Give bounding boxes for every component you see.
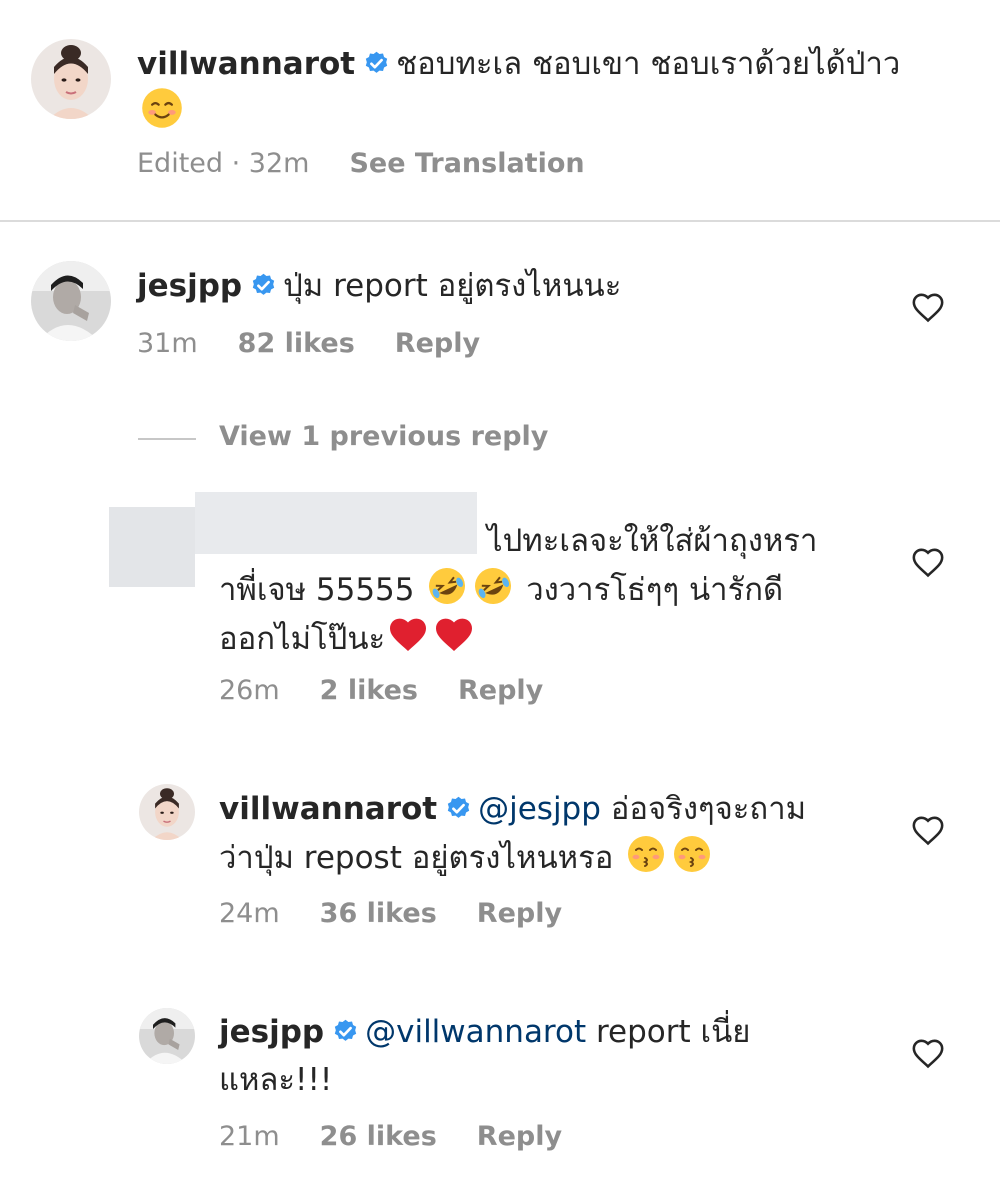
comment-text: ไปทะเลจะให้ใส่ผ้าถุงหรา าพี่เจษ 55555 วง… [219,518,899,662]
divider [0,220,1000,222]
reply-button[interactable]: Reply [477,898,562,929]
comment-text: jesjpp ปุ่ม report อยู่ตรงไหนนะ [137,263,877,309]
caption-body: ชอบทะเล ชอบเขา ชอบเราด้วยได้ป่าว [396,46,901,82]
kissing-face-emoji-icon [628,836,665,872]
heart-icon[interactable] [911,814,945,846]
caption-text: villwannarot ชอบทะเล ชอบเขา ชอบเราด้วยได้… [137,41,967,87]
mention-link[interactable]: @villwannarot [365,1014,586,1050]
caption-edited: Edited · 32m [137,148,310,179]
comment-line: แหละ!!! [219,1057,889,1103]
avatar-photo [31,261,111,341]
avatar-photo [31,39,111,119]
comment-body: ไปทะเลจะให้ใส่ผ้าถุงหรา [487,523,818,559]
verified-badge-icon [447,796,470,818]
comment-body: แหละ!!! [219,1062,333,1098]
comment-username[interactable]: villwannarot [219,791,437,827]
avatar[interactable] [139,1008,195,1064]
rolling-laughing-emoji-icon [475,568,512,604]
reply-button[interactable]: Reply [395,328,480,359]
likes-count[interactable]: 36 likes [320,898,437,929]
reply-button[interactable]: Reply [477,1121,562,1152]
heart-icon[interactable] [911,291,945,323]
comment-line: jesjpp @villwannarot report เนี่ย [219,1009,889,1055]
comment-line: าพี่เจษ 55555 วงวารโธ่ๆๆ น่ารักดี [219,566,899,613]
comment-body: report เนี่ย [595,1014,751,1050]
comment-body: ออกไม่โป๊นะ [219,621,386,657]
kissing-face-emoji-icon [674,836,711,872]
avatar-photo [139,784,195,840]
comment-body: วงวารโธ่ๆๆ น่ารักดี [526,572,784,608]
comment-line: ว่าปุ่ม repost อยู่ตรงไหนหรอ [219,834,889,881]
reply-button[interactable]: Reply [458,675,543,706]
comment-time: 21m [219,1121,280,1152]
red-heart-emoji-icon [390,618,427,651]
comment-meta: 31m 82 likes Reply [137,327,520,361]
comment-time: 24m [219,898,280,929]
comment-meta: 24m 36 likes Reply [219,897,602,931]
avatar[interactable] [31,39,111,119]
caption-username[interactable]: villwannarot [137,46,355,82]
redacted-avatar [109,507,195,587]
comment-body: อ่อจริงๆจะถาม [610,791,807,827]
comment-username[interactable]: jesjpp [137,268,242,304]
avatar[interactable] [139,784,195,840]
likes-count[interactable]: 2 likes [320,675,418,706]
comment-time: 31m [137,328,198,359]
comment-body: าพี่เจษ 55555 [219,572,415,608]
verified-badge-icon [365,51,388,73]
likes-count[interactable]: 82 likes [238,328,355,359]
comment-meta: 26m 2 likes Reply [219,674,583,708]
red-heart-emoji-icon [436,618,473,651]
see-translation-link[interactable]: See Translation [349,148,584,179]
view-previous-line [138,438,196,440]
comment-body: ว่าปุ่ม repost อยู่ตรงไหนหรอ [219,840,614,876]
comment-body: ปุ่ม report อยู่ตรงไหนนะ [283,268,622,304]
verified-badge-icon [334,1019,357,1041]
view-previous-replies-link[interactable]: View 1 previous reply [219,421,548,452]
rolling-laughing-emoji-icon [429,568,466,604]
comment-line: ไปทะเลจะให้ใส่ผ้าถุงหรา [219,518,899,564]
caption-meta: Edited · 32m See Translation [137,147,625,181]
comment-line: ออกไม่โป๊นะ [219,615,899,662]
comment-username[interactable]: jesjpp [219,1014,324,1050]
heart-icon[interactable] [911,1037,945,1069]
comment-text: jesjpp @villwannarot report เนี่ย แหละ!!! [219,1009,889,1103]
comment-time: 26m [219,675,280,706]
verified-badge-icon [252,273,275,295]
likes-count[interactable]: 26 likes [320,1121,437,1152]
heart-icon[interactable] [911,546,945,578]
comment-meta: 21m 26 likes Reply [219,1120,602,1154]
comment-line: villwannarot @jesjpp อ่อจริงๆจะถาม [219,786,889,832]
smiling-face-emoji-icon [142,88,182,128]
mention-link[interactable]: @jesjpp [478,791,601,827]
avatar[interactable] [31,261,111,341]
comment-text: villwannarot @jesjpp อ่อจริงๆจะถาม ว่าปุ่… [219,786,889,881]
avatar-photo [139,1008,195,1064]
